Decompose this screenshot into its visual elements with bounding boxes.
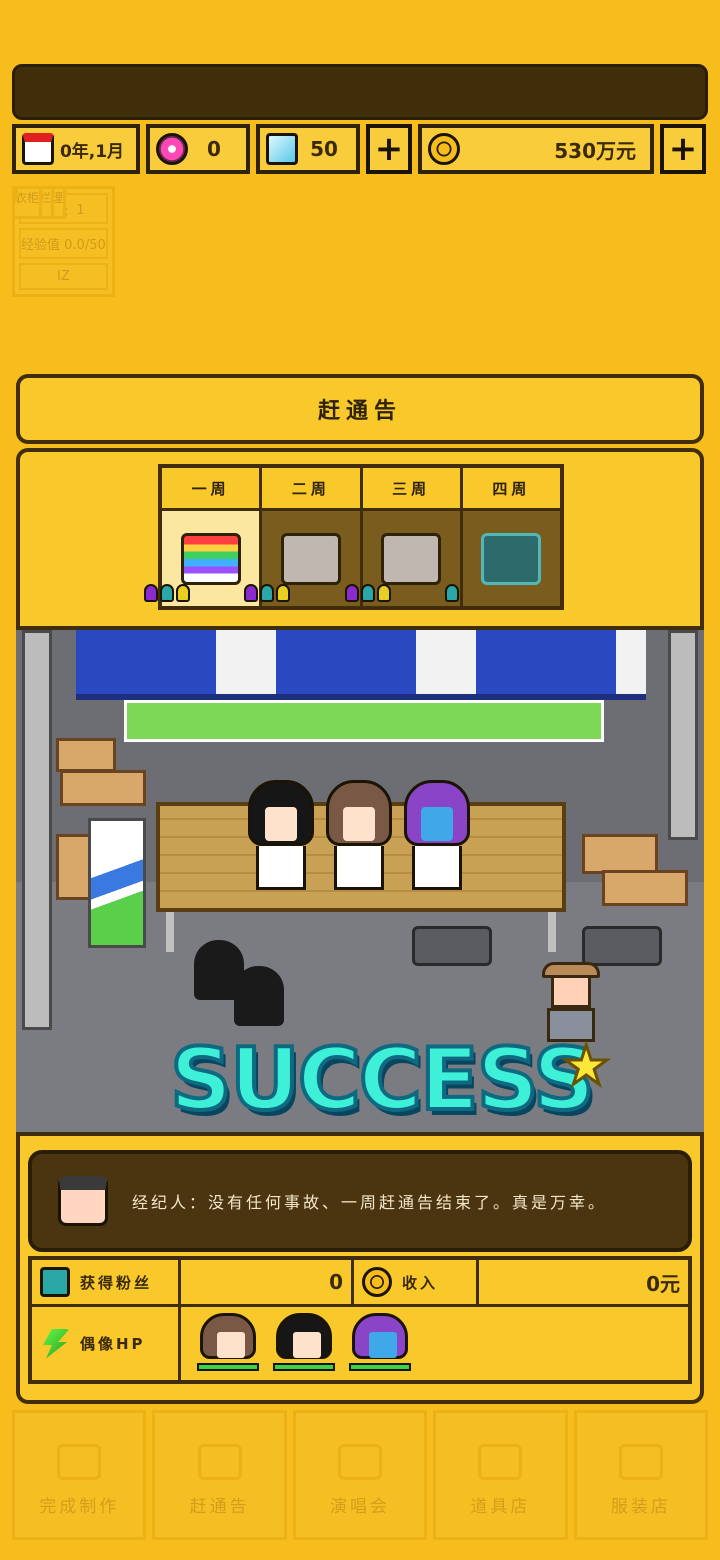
- stats-row: 0年,1月 0 50 + 530万元 +: [12, 124, 708, 176]
- light-pole: [22, 630, 52, 1030]
- fans-label-cell: 获得粉丝: [32, 1260, 178, 1304]
- level-value: 1: [76, 203, 85, 218]
- pink-gem-icon: [156, 133, 188, 165]
- cardboard-box: [582, 834, 658, 874]
- speaker: [412, 926, 492, 966]
- exp-value: 0.0/50: [64, 238, 106, 253]
- add-diamonds-button[interactable]: +: [366, 124, 412, 174]
- idol-markers: [144, 584, 190, 602]
- nav-clothing-shop-label: 服装店: [610, 1497, 671, 1517]
- fans-value: 0: [181, 1260, 351, 1304]
- add-money-button[interactable]: +: [660, 124, 706, 174]
- hp-bar: [273, 1362, 335, 1371]
- cd-record-icon: [280, 532, 341, 585]
- money-value: 530万元: [554, 138, 636, 163]
- nav-schedule: 赶通告: [152, 1410, 287, 1540]
- stage-awning: [76, 630, 646, 700]
- idol-markers: [344, 584, 391, 602]
- diamond-display: 50: [256, 124, 360, 174]
- manager-message-box: 经纪人：没有任何事故、一周赶通告结束了。真是万幸。: [28, 1150, 692, 1252]
- results-table: 获得粉丝 0 收入 0元 偶像HP: [28, 1256, 692, 1384]
- star-icon: ★: [560, 1033, 611, 1099]
- lightning-icon: [43, 1328, 70, 1359]
- nav-item-shop: 道具店: [433, 1410, 568, 1540]
- speaker: [582, 926, 662, 966]
- tab-week-4[interactable]: 四周: [462, 468, 560, 508]
- cardboard-box: [56, 738, 116, 772]
- diamond-icon: [266, 133, 298, 165]
- bottom-nav-faded: 完成制作 赶通告 演唱会 道具店 服装店: [12, 1410, 709, 1540]
- main-menu-faded: 等级 1 经验值 0.0/50 IZ 公司管理 宣传 练习 道具栏 衣柜: [12, 186, 708, 302]
- idol-hp-purple-hood: [349, 1312, 411, 1375]
- cd-record-icon: [381, 532, 442, 585]
- week-schedule: 一周 二周 三周 四周: [144, 464, 564, 610]
- income-value: 0元: [479, 1260, 688, 1304]
- date-display: 0年,1月: [12, 124, 140, 174]
- hp-bar: [349, 1362, 411, 1371]
- top-banner-bar: [12, 64, 708, 120]
- coin-icon: [428, 133, 460, 165]
- idol-sprite-black-hair: [248, 780, 314, 890]
- hp-label: 偶像HP: [80, 1335, 146, 1353]
- mail-icon: [12, 186, 18, 202]
- nav-schedule-label: 赶通告: [189, 1497, 250, 1517]
- idol-sprite-brown-hair: [326, 780, 392, 890]
- nav-production-label: 完成制作: [39, 1497, 120, 1517]
- success-banner-text: SUCCESS: [168, 1028, 597, 1132]
- nav-item-shop-label: 道具店: [470, 1497, 531, 1517]
- production-icon: [57, 1444, 102, 1480]
- clothing-shop-icon: [618, 1444, 663, 1480]
- exp-label: 经验值: [21, 238, 61, 253]
- event-scene: SUCCESS ★: [16, 626, 704, 1136]
- tab-week-3[interactable]: 三周: [362, 468, 460, 508]
- hp-bar: [197, 1362, 259, 1371]
- cardboard-box: [602, 870, 688, 906]
- stage-banner: [124, 700, 604, 742]
- dialog-title: 赶通告: [16, 374, 704, 444]
- cardboard-box: [60, 770, 146, 806]
- rainbow-megaphone-icon: [180, 532, 241, 585]
- pink-gem-display: 0: [146, 124, 250, 174]
- idol-hp-black-hair: [273, 1312, 335, 1375]
- hp-label-cell: 偶像HP: [32, 1307, 178, 1380]
- rank-value: IZ: [19, 263, 108, 290]
- locked-slot-icon: [481, 532, 542, 585]
- idol-hp-brown-hair: [197, 1312, 259, 1375]
- idol-markers: [444, 584, 459, 602]
- income-label: 收入: [402, 1273, 439, 1292]
- tab-week-1[interactable]: 一周: [162, 468, 260, 508]
- money-display: 530万元: [418, 124, 654, 174]
- nav-concert: 演唱会: [292, 1410, 428, 1540]
- concert-icon: [338, 1444, 383, 1480]
- idol-markers: [244, 584, 291, 602]
- coin-icon: [362, 1267, 392, 1297]
- nav-clothing-shop: 服装店: [573, 1410, 709, 1540]
- fan-sprite: [234, 966, 284, 1026]
- manager-message-text: 经纪人：没有任何事故、一周赶通告结束了。真是万幸。: [132, 1193, 608, 1212]
- week-4-slot[interactable]: [444, 511, 560, 606]
- standee-poster: [88, 818, 146, 948]
- income-label-cell: 收入: [354, 1260, 476, 1304]
- pink-gem-value: 0: [207, 137, 221, 161]
- idol-hp-row: [181, 1307, 688, 1380]
- tab-week-2[interactable]: 二周: [262, 468, 360, 508]
- nav-production: 完成制作: [12, 1410, 147, 1540]
- calendar-icon: [22, 133, 54, 165]
- manager-avatar: [58, 1176, 108, 1226]
- schedule-icon: [197, 1444, 242, 1480]
- item-shop-icon: [478, 1444, 523, 1480]
- fans-label: 获得粉丝: [80, 1273, 153, 1292]
- light-pole: [668, 630, 698, 840]
- diamond-value: 50: [310, 137, 338, 161]
- date-value: 0年,1月: [59, 141, 125, 162]
- idol-sprite-purple-hood: [404, 780, 470, 890]
- nav-concert-label: 演唱会: [330, 1497, 391, 1517]
- fans-icon: [40, 1267, 70, 1297]
